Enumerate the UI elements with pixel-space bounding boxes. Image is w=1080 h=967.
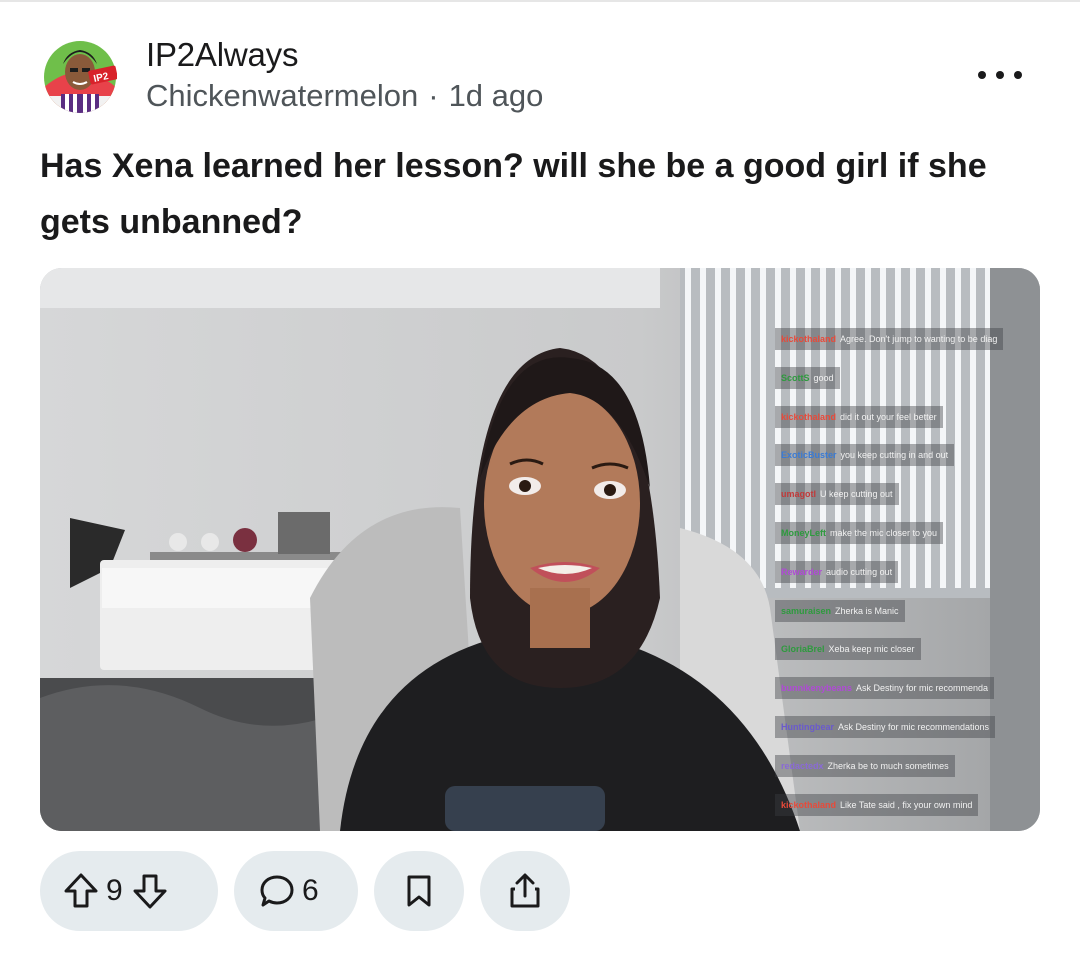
chat-message: kickothaland Agree. Don't jump to wanting…	[775, 328, 1004, 350]
chat-username: bunnikenybeans	[781, 683, 853, 694]
chat-text: U keep cutting out	[820, 489, 893, 500]
chat-message: redactedx Zherka be to much sometimes	[775, 754, 955, 777]
chat-message: bunnikenybeans Ask Destiny for mic recomm…	[775, 677, 995, 700]
bookmark-icon	[404, 873, 434, 909]
chat-text: Ask Destiny for mic recommendations	[838, 722, 990, 732]
more-options-icon[interactable]	[978, 64, 1022, 86]
chat-message: kickothaland did it out your feel better	[775, 405, 943, 428]
post-age: 1d ago	[448, 78, 544, 113]
chat-username: kickothaland	[781, 411, 837, 422]
subreddit-name[interactable]: IP2Always	[146, 36, 298, 74]
chat-message: ScottS good	[775, 366, 840, 389]
chat-text: Agree. Don't jump to wanting to be diag	[840, 334, 998, 344]
chat-text: Xeba keep mic closer	[828, 644, 915, 655]
post-meta: Chickenwatermelon · 1d ago	[146, 78, 543, 114]
chat-text: Zherka be to much sometimes	[827, 760, 949, 771]
share-icon	[507, 872, 543, 910]
chat-username: Rewarder	[781, 566, 823, 577]
chat-username: kickothaland	[781, 799, 837, 810]
phone-in-hand	[445, 786, 605, 831]
chat-text: make the mic closer to you	[830, 528, 938, 538]
chat-message: Rewarder audio cutting out	[775, 560, 899, 583]
chat-text: Like Tate said , fix your own mind	[840, 799, 973, 810]
chat-message: kickothaland Like Tate said , fix your ow…	[775, 793, 979, 816]
post-action-bar: 9 6	[40, 851, 1040, 931]
chat-text: good	[813, 372, 834, 383]
comment-count: 6	[302, 874, 319, 907]
chat-message: GloriaBrel Xeba keep mic closer	[775, 638, 921, 661]
comments-button[interactable]: 6	[234, 851, 358, 931]
video-frame	[40, 268, 1040, 831]
chat-username: kickothaland	[781, 334, 837, 344]
chat-username: MoneyLeft	[781, 528, 826, 538]
more-dot	[996, 71, 1004, 79]
chat-username: umagotl	[781, 489, 816, 500]
chat-message: samuraisen Zherka is Manic	[775, 599, 905, 622]
author-name[interactable]: Chickenwatermelon	[146, 78, 418, 113]
chat-username: GloriaBrel	[781, 644, 825, 655]
chat-message: MoneyLeft make the mic closer to you	[775, 522, 944, 544]
post-header: IP2 IP2Always Chickenwatermelon · 1d ago	[40, 34, 1040, 118]
post-media-video[interactable]: kickothaland Agree. Don't jump to wanting…	[40, 268, 1040, 831]
more-dot	[978, 71, 986, 79]
chat-username: samuraisen	[781, 605, 832, 616]
save-button[interactable]	[374, 851, 464, 931]
comment-bubble-icon	[258, 872, 296, 910]
chat-text: did it out your feel better	[840, 411, 937, 422]
top-divider	[0, 0, 1080, 2]
vote-pill: 9	[40, 851, 218, 931]
chat-username: ExoticBuster	[781, 450, 837, 461]
share-button[interactable]	[480, 851, 570, 931]
chat-message: ExoticBuster you keep cutting in and out	[775, 444, 955, 467]
chat-text: audio cutting out	[826, 566, 893, 577]
chat-message: Huntingbear Ask Destiny for mic recommend…	[775, 716, 996, 738]
downvote-arrow-icon[interactable]	[131, 871, 169, 911]
upvote-arrow-icon[interactable]	[62, 871, 100, 911]
meta-separator: ·	[428, 78, 439, 113]
chat-username: ScottS	[781, 372, 810, 383]
chat-username: Huntingbear	[781, 722, 834, 732]
post-title[interactable]: Has Xena learned her lesson? will she be…	[40, 138, 1040, 250]
chat-text: you keep cutting in and out	[840, 450, 949, 461]
vote-count: 9	[106, 874, 123, 907]
chat-username: redactedx	[781, 760, 824, 771]
subreddit-avatar[interactable]: IP2	[43, 36, 118, 114]
chat-text: Ask Destiny for mic recommenda	[856, 683, 989, 694]
more-dot	[1014, 71, 1022, 79]
chat-message: umagotl U keep cutting out	[775, 483, 899, 506]
chat-text: Zherka is Manic	[835, 605, 899, 616]
